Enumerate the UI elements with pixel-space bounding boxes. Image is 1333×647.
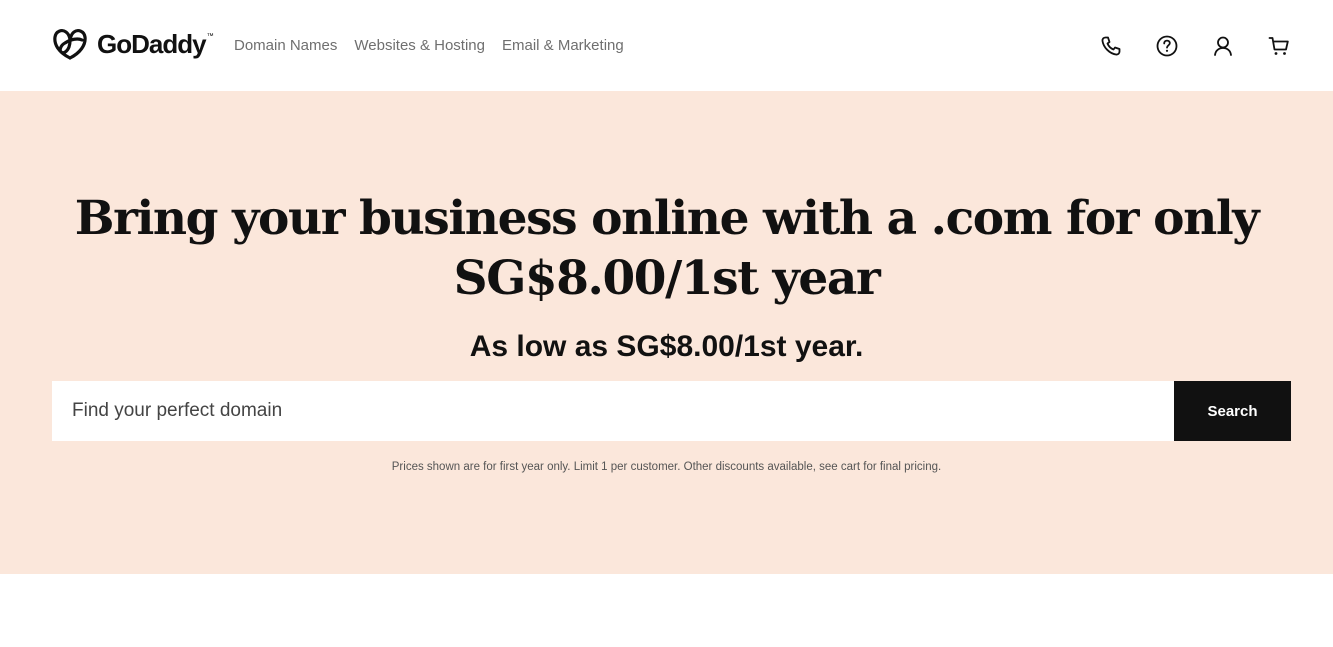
site-header: GoDaddy ™ Domain Names Websites & Hostin… xyxy=(0,0,1333,91)
contact-button[interactable] xyxy=(1097,32,1125,60)
godaddy-heart-logo-icon xyxy=(53,28,87,60)
hero-headline: Bring your business online with a .com f… xyxy=(60,189,1273,309)
domain-search-input[interactable] xyxy=(52,381,1174,441)
help-button[interactable] xyxy=(1153,32,1181,60)
account-button[interactable] xyxy=(1209,32,1237,60)
nav-item-websites-hosting[interactable]: Websites & Hosting xyxy=(354,36,485,56)
search-button[interactable]: Search xyxy=(1174,381,1291,441)
hero-headline-line1: Bring your business online with a .com f… xyxy=(74,191,1260,246)
nav-item-email-marketing[interactable]: Email & Marketing xyxy=(502,36,624,56)
hero-headline-line2: SG$8.00/1st year xyxy=(453,251,881,306)
brand-trademark: ™ xyxy=(206,33,214,40)
main-nav: Domain Names Websites & Hosting Email & … xyxy=(234,36,641,56)
hero-section: Bring your business online with a .com f… xyxy=(0,91,1333,574)
cart-button[interactable] xyxy=(1265,32,1293,60)
godaddy-logo[interactable]: GoDaddy ™ xyxy=(52,27,214,61)
pricing-disclaimer: Prices shown are for first year only. Li… xyxy=(391,461,942,473)
account-icon xyxy=(1214,36,1232,56)
nav-item-domain-names[interactable]: Domain Names xyxy=(234,36,337,56)
domain-search-form: Search xyxy=(52,381,1291,441)
help-icon xyxy=(1156,35,1178,57)
header-icon-group xyxy=(1069,32,1293,60)
brand-wordmark: GoDaddy xyxy=(97,29,207,59)
phone-icon xyxy=(1101,36,1121,56)
cart-icon xyxy=(1268,37,1289,55)
hero-subheadline: As low as SG$8.00/1st year. xyxy=(469,330,864,363)
